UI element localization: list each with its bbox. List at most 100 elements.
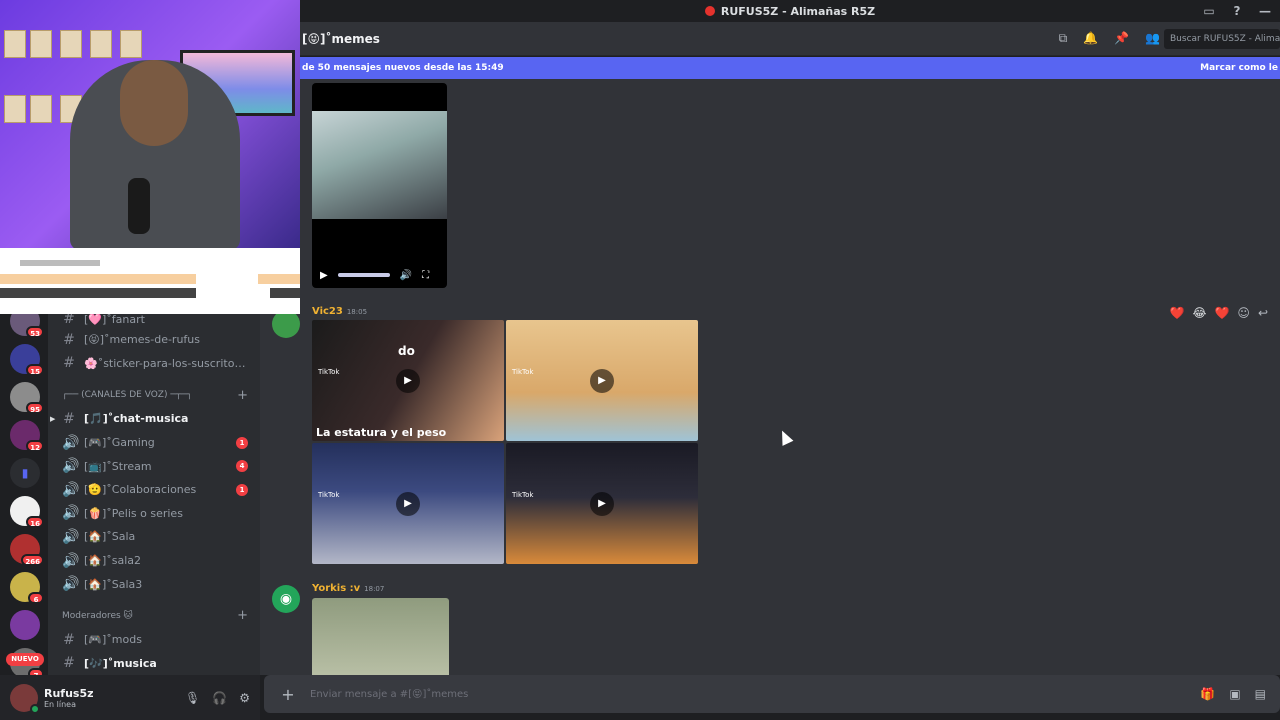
channel-title: [😝]˚memes: [302, 31, 380, 46]
window-title: RUFUS5Z - Alimañas R5Z: [720, 4, 876, 18]
reply-icon[interactable]: ↩: [1258, 306, 1268, 320]
add-reaction-icon[interactable]: ☺: [1237, 306, 1250, 320]
voice-channel-item[interactable]: 🔊 [🫡]˚Colaboraciones 1: [48, 478, 260, 502]
new-messages-text: de 50 mensajes nuevos desde las 15:49: [302, 63, 504, 73]
message-composer[interactable]: + Enviar mensaje a #[😝]˚memes 🎁 ▣ ▤: [264, 675, 1280, 713]
category-label: Moderadores 🐱: [62, 610, 133, 621]
folder-icon[interactable]: ▮: [10, 458, 40, 488]
hash-icon: #: [63, 631, 75, 648]
video-tile[interactable]: TikTok ▶: [506, 443, 698, 564]
speaker-icon: 🔊: [62, 505, 80, 522]
inbox-icon[interactable]: ▭: [1202, 4, 1216, 18]
server-icon[interactable]: 15: [10, 344, 44, 376]
channel-item[interactable]: # [😝]˚memes-de-rufus: [48, 328, 260, 352]
category-voice[interactable]: ┌── (CANALES DE VOZ) ─┬─┐ +: [48, 383, 260, 407]
speaker-icon: 🔊: [62, 434, 80, 451]
server-icon[interactable]: 16: [10, 496, 44, 528]
add-channel-icon[interactable]: +: [237, 608, 248, 623]
microphone-icon[interactable]: 🎙: [185, 691, 200, 705]
video-tile[interactable]: TikTok ▶: [506, 320, 698, 441]
avatar[interactable]: [10, 683, 40, 714]
channel-sidebar: # [🩷]˚fanart # [😝]˚memes-de-rufus # 🌸˚stick…: [48, 310, 260, 675]
video-tile[interactable]: do TikTok ▶ La estatura y el peso: [312, 320, 504, 441]
hash-icon: #: [63, 410, 75, 427]
reaction-bar: ❤️ 😂 ❤️ ☺ ↩: [1169, 306, 1268, 320]
add-attachment-icon[interactable]: +: [278, 685, 298, 704]
tiktok-label: TikTok: [512, 491, 534, 499]
search-input[interactable]: Buscar RUFUS5Z - Alimañas: [1164, 28, 1280, 49]
play-icon[interactable]: ▶: [590, 491, 614, 516]
channel-item[interactable]: # [🎮]˚mods: [48, 628, 260, 652]
help-icon[interactable]: ?: [1230, 4, 1244, 18]
category-label: ┌── (CANALES DE VOZ) ─┬─┐: [62, 390, 193, 401]
add-channel-icon[interactable]: +: [237, 388, 248, 403]
play-icon[interactable]: ▶: [320, 270, 328, 281]
wanted-poster: [4, 30, 26, 58]
category-moderadores[interactable]: Moderadores 🐱 +: [48, 604, 260, 628]
volume-slider[interactable]: [337, 273, 390, 277]
bell-icon[interactable]: 🔔: [1083, 31, 1098, 46]
server-icon[interactable]: 12: [10, 420, 44, 452]
message-time: 18:07: [364, 585, 385, 593]
voice-channel-item[interactable]: 🔊 [🏠]˚sala2: [48, 549, 260, 573]
avatar[interactable]: [272, 310, 300, 338]
caret-icon: ▶: [50, 414, 56, 423]
channel-item-musica[interactable]: # [🎶]˚musica: [48, 652, 260, 676]
discord-avatar-icon[interactable]: ◉: [272, 585, 300, 613]
reaction-laugh[interactable]: 😂: [1192, 306, 1206, 320]
voice-channel-item[interactable]: 🔊 [🎮]˚Gaming 1: [48, 431, 260, 455]
streamer-head: [120, 60, 188, 146]
user-name[interactable]: Rufus5z: [44, 687, 94, 700]
gear-icon[interactable]: ⚙: [239, 691, 250, 705]
online-status-icon: [30, 703, 40, 714]
server-rail: 53 15 95 12 ▮ 16 266 6 7: [0, 306, 48, 680]
headphones-icon[interactable]: 🎧: [212, 691, 227, 705]
server-icon: [704, 6, 715, 16]
play-icon[interactable]: ▶: [396, 368, 420, 393]
hash-icon: #: [63, 355, 75, 372]
reaction-heart[interactable]: ❤️: [1214, 306, 1229, 320]
voice-channel-item[interactable]: 🔊 [🏠]˚Sala: [48, 525, 260, 549]
reaction-heart[interactable]: ❤️: [1169, 306, 1184, 320]
pin-icon[interactable]: 📌: [1114, 31, 1129, 46]
play-icon[interactable]: ▶: [590, 368, 614, 393]
message-author[interactable]: Yorkis :v 18:07: [312, 583, 384, 594]
video-player[interactable]: ▶ 🔊 ⛶: [312, 83, 447, 288]
play-icon[interactable]: ▶: [396, 491, 420, 516]
fullscreen-icon[interactable]: ⛶: [422, 270, 429, 281]
voice-channel-item[interactable]: 🔊 [🏠]˚Sala3: [48, 572, 260, 596]
wanted-poster: [30, 30, 52, 58]
webcam-overlay: [0, 0, 300, 248]
volume-icon[interactable]: 🔊: [400, 270, 412, 281]
tiktok-label: TikTok: [318, 491, 340, 499]
voice-channel-item[interactable]: 🔊 [🍿]˚Pelis o series: [48, 502, 260, 526]
minimize-icon[interactable]: —: [1258, 4, 1272, 18]
gif-icon[interactable]: ▣: [1229, 687, 1240, 701]
message-author[interactable]: Vic23 18:05: [312, 306, 367, 317]
threads-icon[interactable]: ⧉: [1059, 31, 1068, 46]
message-list: ▶ 🔊 ⛶ Vic23 18:05 ❤️ 😂 ❤️ ☺ ↩ do TikTok …: [260, 79, 1280, 675]
video-tile[interactable]: TikTok ▶: [312, 443, 504, 564]
speaker-icon: 🔊: [62, 576, 80, 593]
channel-item-chat-musica[interactable]: ▶ # [🎵]˚chat-musica: [48, 407, 260, 431]
message-time: 18:05: [346, 308, 368, 316]
composer-placeholder[interactable]: Enviar mensaje a #[😝]˚memes: [310, 689, 468, 700]
media-grid: do TikTok ▶ La estatura y el peso TikTok…: [312, 320, 698, 564]
server-icon[interactable]: 6: [10, 572, 44, 604]
new-messages-banner[interactable]: de 50 mensajes nuevos desde las 15:49 Ma…: [300, 57, 1280, 79]
server-icon[interactable]: 266: [10, 534, 44, 566]
speaker-icon: 🔊: [62, 458, 80, 475]
speaker-icon: 🔊: [62, 552, 80, 569]
server-icon[interactable]: [10, 610, 40, 640]
overlay-banner: [0, 248, 300, 314]
mark-as-read-button[interactable]: Marcar como le: [1200, 63, 1278, 73]
channel-item[interactable]: # 🌸˚sticker-para-los-suscritores...: [48, 352, 260, 376]
wanted-poster: [30, 95, 52, 123]
gift-icon[interactable]: 🎁: [1200, 687, 1215, 701]
members-icon[interactable]: 👥: [1145, 31, 1160, 46]
new-badge[interactable]: NUEVO: [6, 653, 44, 666]
image-attachment[interactable]: [312, 598, 449, 675]
sticker-icon[interactable]: ▤: [1255, 687, 1266, 701]
server-icon[interactable]: 95: [10, 382, 44, 414]
voice-channel-item[interactable]: 🔊 [📺]˚Stream 4: [48, 454, 260, 478]
